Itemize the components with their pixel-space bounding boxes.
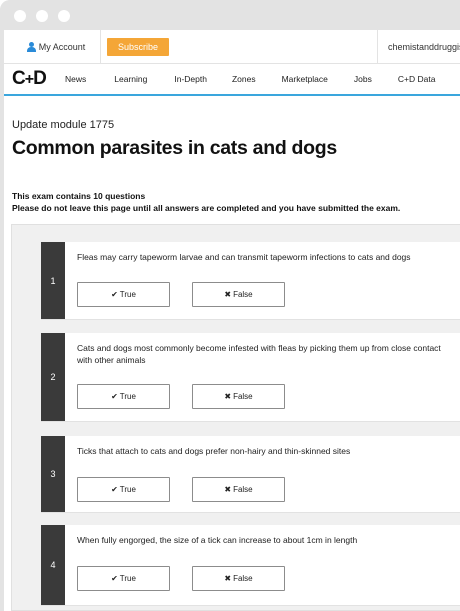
false-button[interactable]: ✖ False: [192, 477, 285, 502]
true-button[interactable]: ✔ True: [77, 282, 170, 307]
nav-item-learning[interactable]: Learning: [114, 74, 147, 84]
page-viewport: My Account Subscribe chemistanddruggist.…: [4, 30, 460, 611]
maximize-dot[interactable]: [58, 10, 70, 22]
exam-notice-warning: Please do not leave this page until all …: [12, 203, 401, 213]
nav-item-news[interactable]: News: [65, 74, 86, 84]
nav-items: News Learning In-Depth Zones Marketplace…: [65, 64, 460, 94]
check-icon: ✔: [111, 392, 118, 401]
exam-notice: This exam contains 10 questions Please d…: [12, 190, 400, 214]
question-number: 2: [41, 333, 65, 421]
module-label: Update module 1775: [12, 119, 115, 131]
true-button[interactable]: ✔ True: [77, 384, 170, 409]
question-number: 1: [41, 242, 65, 319]
logo-c: C: [12, 68, 26, 89]
nav-item-jobs[interactable]: Jobs: [354, 74, 372, 84]
close-dot[interactable]: [14, 10, 26, 22]
my-account-label: My Account: [38, 41, 86, 52]
false-label: False: [233, 290, 253, 299]
nav-item-in-depth[interactable]: In-Depth: [174, 74, 207, 84]
true-button[interactable]: ✔ True: [77, 566, 170, 591]
nav-item-zones[interactable]: Zones: [232, 74, 256, 84]
check-icon: ✔: [111, 574, 118, 583]
x-icon: ✖: [224, 392, 232, 401]
true-button[interactable]: ✔ True: [77, 477, 170, 502]
browser-frame: My Account Subscribe chemistanddruggist.…: [0, 0, 460, 611]
false-button[interactable]: ✖ False: [192, 566, 285, 591]
false-button[interactable]: ✖ False: [192, 282, 285, 307]
site-logo[interactable]: C+D: [12, 69, 54, 89]
logo-d: D: [33, 68, 47, 89]
person-icon: [26, 41, 36, 52]
x-icon: ✖: [224, 485, 232, 494]
x-icon: ✖: [224, 290, 232, 299]
question-card: 3 Ticks that attach to cats and dogs pre…: [41, 436, 460, 513]
false-label: False: [233, 485, 253, 494]
question-text: Cats and dogs most commonly become infes…: [77, 343, 441, 365]
false-label: False: [233, 574, 253, 583]
x-icon: ✖: [224, 574, 232, 583]
subscribe-button[interactable]: Subscribe: [107, 38, 169, 56]
false-label: False: [233, 392, 253, 401]
question-card: 4 When fully engorged, the size of a tic…: [41, 525, 460, 606]
questions-panel: 1 Fleas may carry tapeworm larvae and ca…: [11, 224, 460, 611]
minimize-dot[interactable]: [36, 10, 48, 22]
question-text: Ticks that attach to cats and dogs prefe…: [77, 446, 351, 456]
top-utility-bar: My Account Subscribe chemistanddruggist.…: [4, 30, 460, 64]
question-card: 2 Cats and dogs most commonly become inf…: [41, 333, 460, 422]
question-number: 3: [41, 436, 65, 512]
question-text: Fleas may carry tapeworm larvae and can …: [77, 252, 411, 262]
true-label: True: [119, 392, 136, 401]
question-card: 1 Fleas may carry tapeworm larvae and ca…: [41, 242, 460, 320]
check-icon: ✔: [111, 290, 118, 299]
question-text: When fully engorged, the size of a tick …: [77, 535, 358, 545]
check-icon: ✔: [111, 485, 118, 494]
my-account-link[interactable]: My Account: [12, 30, 101, 63]
main-nav: C+D News Learning In-Depth Zones Marketp…: [4, 64, 460, 96]
true-label: True: [119, 485, 136, 494]
true-label: True: [119, 290, 136, 299]
logo-plus: +: [24, 71, 34, 88]
false-button[interactable]: ✖ False: [192, 384, 285, 409]
browser-titlebar: [0, 0, 460, 30]
true-label: True: [119, 574, 136, 583]
page-title: Common parasites in cats and dogs: [12, 137, 337, 159]
nav-item-marketplace[interactable]: Marketplace: [282, 74, 328, 84]
site-domain: chemistanddruggist.co.uk: [377, 30, 460, 63]
exam-notice-count: This exam contains 10 questions: [12, 191, 146, 201]
question-number: 4: [41, 525, 65, 605]
nav-item-cd-data[interactable]: C+D Data: [398, 74, 436, 84]
